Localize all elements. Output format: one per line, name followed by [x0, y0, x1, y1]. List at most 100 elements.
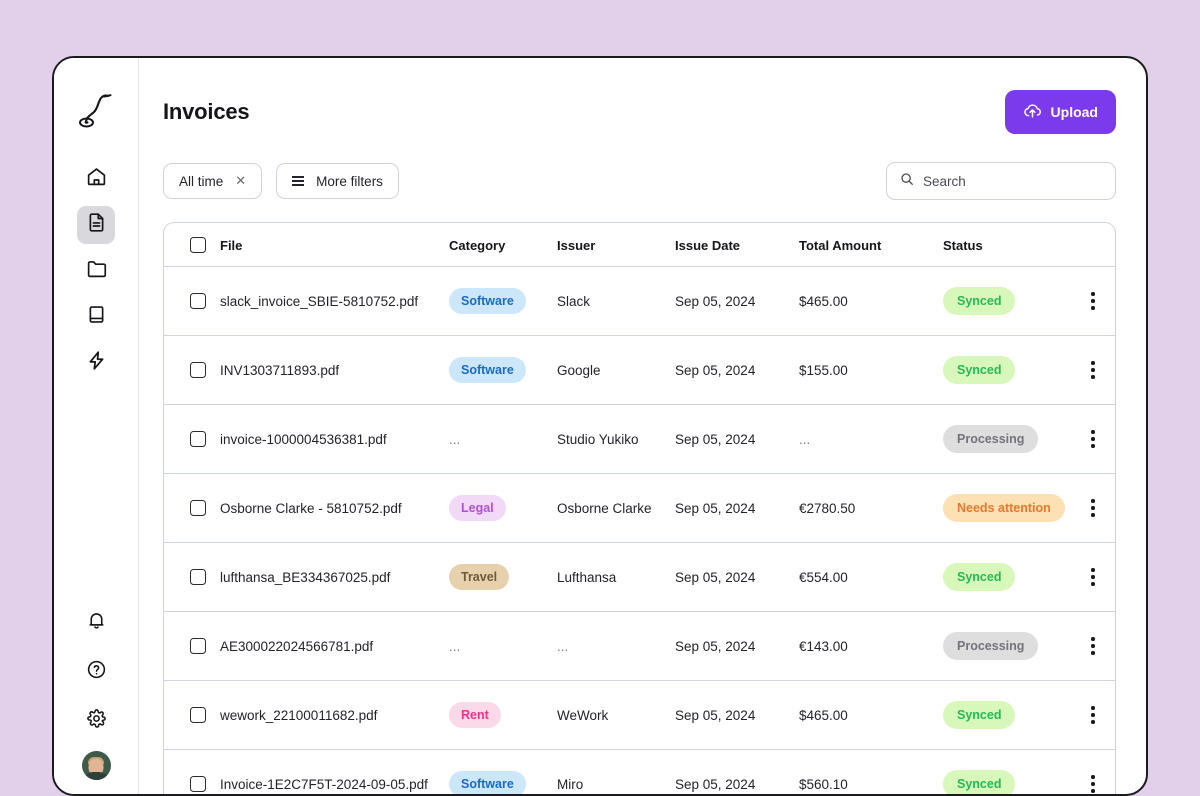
cell-actions: [1083, 266, 1115, 336]
file-name: INV1303711893.pdf: [220, 362, 340, 378]
cell-issuer: Google: [557, 335, 675, 405]
row-checkbox[interactable]: [190, 638, 206, 654]
more-filters-button[interactable]: More filters: [276, 163, 399, 199]
cell-actions: [1083, 335, 1115, 405]
cell-issue-date: Sep 05, 2024: [675, 680, 799, 750]
cell-status: Synced: [943, 266, 1083, 336]
table-header-row: File Category Issuer Issue Date Total Am…: [164, 223, 1115, 267]
search-box[interactable]: [886, 162, 1116, 200]
table-row[interactable]: INV1303711893.pdf Software Google Sep 05…: [164, 335, 1115, 405]
cell-actions: [1083, 542, 1115, 612]
avatar[interactable]: [81, 751, 111, 780]
select-all-checkbox[interactable]: [190, 237, 206, 253]
category-badge: Rent: [449, 702, 501, 728]
category-empty: ...: [449, 431, 461, 447]
amount-empty: ...: [799, 431, 811, 447]
status-badge: Synced: [943, 770, 1016, 794]
table-row[interactable]: invoice-1000004536381.pdf ... Studio Yuk…: [164, 404, 1115, 474]
cell-total-amount: €143.00: [799, 611, 943, 681]
cell-issue-date: Sep 05, 2024: [675, 749, 799, 794]
category-empty: ...: [449, 638, 461, 654]
topbar: Invoices Upload: [139, 58, 1146, 134]
category-badge: Software: [449, 288, 526, 314]
status-badge: Synced: [943, 356, 1016, 384]
column-header-status: Status: [943, 223, 1083, 267]
document-icon: [86, 212, 107, 238]
amount-value: $560.10: [799, 776, 848, 792]
search-input[interactable]: [923, 173, 1102, 189]
filter-chip-all-time[interactable]: All time ✕: [163, 163, 263, 199]
column-header-file: File: [164, 223, 449, 267]
sidebar-nav: [77, 160, 115, 382]
status-badge: Synced: [943, 287, 1016, 315]
kebab-menu-icon[interactable]: [1083, 499, 1103, 517]
cell-issuer: Lufthansa: [557, 542, 675, 612]
file-name: wework_22100011682.pdf: [220, 707, 378, 723]
gear-icon: [86, 708, 107, 734]
main-content: Invoices Upload All time ✕ More filters …: [139, 58, 1146, 794]
file-name: invoice-1000004536381.pdf: [220, 431, 387, 447]
close-icon[interactable]: ✕: [235, 173, 246, 189]
kebab-menu-icon[interactable]: [1083, 430, 1103, 448]
cell-total-amount: $465.00: [799, 266, 943, 336]
cell-category: Software: [449, 266, 557, 336]
cell-total-amount: $155.00: [799, 335, 943, 405]
table-row[interactable]: wework_22100011682.pdf Rent WeWork Sep 0…: [164, 680, 1115, 750]
file-name: slack_invoice_SBIE-5810752.pdf: [220, 293, 419, 309]
kebab-menu-icon[interactable]: [1083, 775, 1103, 793]
cloud-upload-icon: [1023, 101, 1042, 123]
cell-actions: [1083, 749, 1115, 794]
cell-actions: [1083, 473, 1115, 543]
row-checkbox[interactable]: [190, 500, 206, 516]
search-icon: [900, 172, 914, 191]
amount-value: €143.00: [799, 638, 848, 654]
column-header-file-label: File: [220, 237, 243, 253]
bell-icon: [86, 610, 107, 636]
sidebar-item-library[interactable]: [77, 298, 115, 336]
row-checkbox[interactable]: [190, 362, 206, 378]
kebab-menu-icon[interactable]: [1083, 292, 1103, 310]
table-row[interactable]: slack_invoice_SBIE-5810752.pdf Software …: [164, 266, 1115, 336]
kebab-menu-icon[interactable]: [1083, 361, 1103, 379]
notifications-button[interactable]: [77, 604, 115, 642]
table-row[interactable]: Osborne Clarke - 5810752.pdf Legal Osbor…: [164, 473, 1115, 543]
row-checkbox[interactable]: [190, 431, 206, 447]
cell-issuer: ...: [557, 611, 675, 681]
issuer-value: WeWork: [557, 707, 609, 723]
cell-status: Synced: [943, 542, 1083, 612]
column-header-total-amount: Total Amount: [799, 223, 943, 267]
row-checkbox[interactable]: [190, 569, 206, 585]
kebab-menu-icon[interactable]: [1083, 706, 1103, 724]
sidebar-item-automations[interactable]: [77, 344, 115, 382]
table-row[interactable]: Invoice-1E2C7F5T-2024-09-05.pdf Software…: [164, 749, 1115, 794]
kebab-menu-icon[interactable]: [1083, 637, 1103, 655]
cell-actions: [1083, 680, 1115, 750]
category-badge: Legal: [449, 495, 506, 521]
table-row[interactable]: AE300022024566781.pdf ... ... Sep 05, 20…: [164, 611, 1115, 681]
table-row[interactable]: lufthansa_BE334367025.pdf Travel Lufthan…: [164, 542, 1115, 612]
column-header-issue-date: Issue Date: [675, 223, 799, 267]
amount-value: €2780.50: [799, 500, 856, 516]
row-checkbox[interactable]: [190, 707, 206, 723]
kebab-menu-icon[interactable]: [1083, 568, 1103, 586]
sidebar-item-invoices[interactable]: [77, 206, 115, 244]
upload-button[interactable]: Upload: [1004, 90, 1116, 134]
more-filters-label: More filters: [316, 173, 383, 189]
filter-lines-icon: [292, 176, 305, 186]
brand-logo[interactable]: [74, 88, 118, 132]
amount-value: €554.00: [799, 569, 848, 585]
row-checkbox[interactable]: [190, 293, 206, 309]
cell-status: Synced: [943, 749, 1083, 794]
cell-category: Rent: [449, 680, 557, 750]
cell-issuer: Miro: [557, 749, 675, 794]
sidebar-item-home[interactable]: [77, 160, 115, 198]
column-header-actions: [1083, 223, 1115, 267]
file-name: lufthansa_BE334367025.pdf: [220, 569, 391, 585]
cell-category: Software: [449, 335, 557, 405]
amount-value: $155.00: [799, 362, 848, 378]
sidebar-item-folders[interactable]: [77, 252, 115, 290]
help-button[interactable]: [77, 653, 115, 691]
settings-button[interactable]: [77, 702, 115, 740]
column-header-issuer: Issuer: [557, 223, 675, 267]
cell-category: Software: [449, 749, 557, 794]
